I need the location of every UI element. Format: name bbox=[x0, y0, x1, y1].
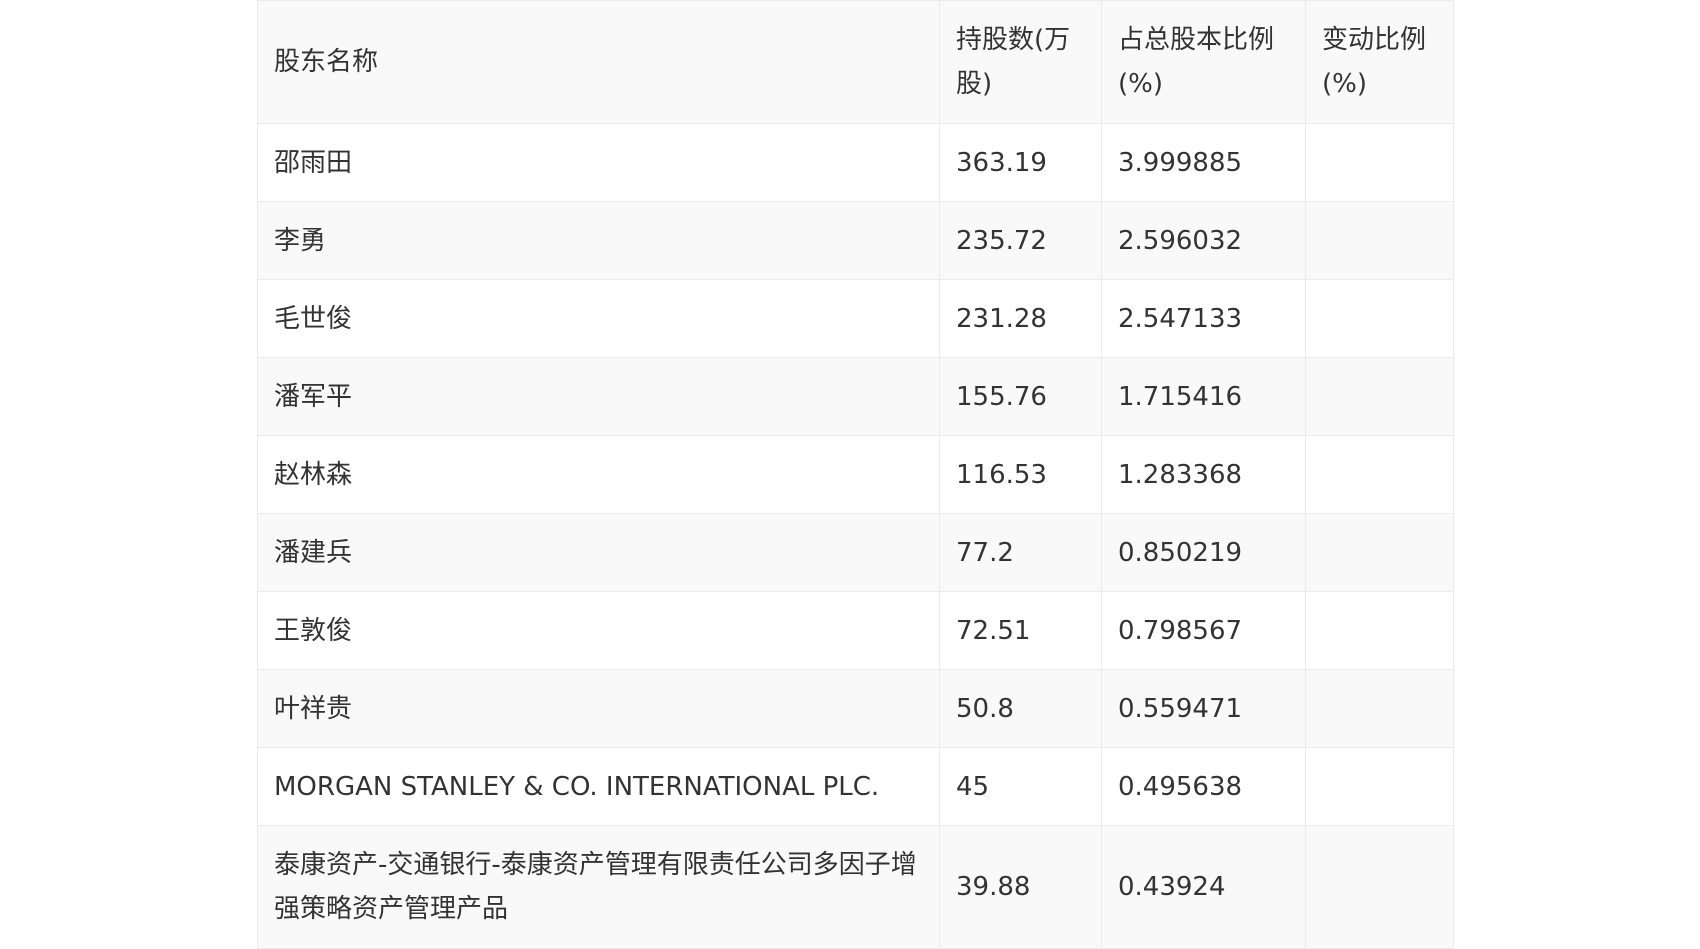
cell-change bbox=[1305, 591, 1454, 670]
cell-name: 潘建兵 bbox=[257, 513, 940, 592]
cell-shares: 235.72 bbox=[939, 201, 1102, 280]
table-row: 赵林森 116.53 1.283368 bbox=[257, 435, 1454, 514]
cell-ratio: 3.999885 bbox=[1101, 123, 1306, 202]
cell-change bbox=[1305, 279, 1454, 358]
shareholder-table: 股东名称 持股数(万股) 占总股本比例(%) 变动比例(%) 邵雨田 363.1… bbox=[257, 0, 1454, 949]
cell-name: 毛世俊 bbox=[257, 279, 940, 358]
cell-shares: 72.51 bbox=[939, 591, 1102, 670]
cell-name: 邵雨田 bbox=[257, 123, 940, 202]
table-row: 邵雨田 363.19 3.999885 bbox=[257, 123, 1454, 202]
cell-ratio: 0.43924 bbox=[1101, 825, 1306, 949]
cell-change bbox=[1305, 201, 1454, 280]
cell-ratio: 0.495638 bbox=[1101, 747, 1306, 826]
cell-shares: 39.88 bbox=[939, 825, 1102, 949]
cell-ratio: 2.547133 bbox=[1101, 279, 1306, 358]
cell-ratio: 1.283368 bbox=[1101, 435, 1306, 514]
header-ratio: 占总股本比例(%) bbox=[1101, 0, 1306, 124]
cell-change bbox=[1305, 357, 1454, 436]
shareholder-table-container: 股东名称 持股数(万股) 占总股本比例(%) 变动比例(%) 邵雨田 363.1… bbox=[257, 0, 1454, 949]
table-row: 泰康资产-交通银行-泰康资产管理有限责任公司多因子增强策略资产管理产品 39.8… bbox=[257, 825, 1454, 949]
table-header: 股东名称 持股数(万股) 占总股本比例(%) 变动比例(%) bbox=[257, 0, 1454, 124]
table-row: 毛世俊 231.28 2.547133 bbox=[257, 279, 1454, 358]
cell-ratio: 1.715416 bbox=[1101, 357, 1306, 436]
cell-name: 泰康资产-交通银行-泰康资产管理有限责任公司多因子增强策略资产管理产品 bbox=[257, 825, 940, 949]
table-row: 叶祥贵 50.8 0.559471 bbox=[257, 669, 1454, 748]
cell-shares: 155.76 bbox=[939, 357, 1102, 436]
cell-shares: 116.53 bbox=[939, 435, 1102, 514]
cell-name: 王敦俊 bbox=[257, 591, 940, 670]
cell-ratio: 0.850219 bbox=[1101, 513, 1306, 592]
header-shareholder-name: 股东名称 bbox=[257, 0, 940, 124]
cell-name: 潘军平 bbox=[257, 357, 940, 436]
table-body: 邵雨田 363.19 3.999885 李勇 235.72 2.596032 毛… bbox=[257, 123, 1454, 949]
cell-shares: 77.2 bbox=[939, 513, 1102, 592]
cell-ratio: 0.559471 bbox=[1101, 669, 1306, 748]
cell-ratio: 2.596032 bbox=[1101, 201, 1306, 280]
cell-shares: 50.8 bbox=[939, 669, 1102, 748]
header-change: 变动比例(%) bbox=[1305, 0, 1454, 124]
cell-change bbox=[1305, 435, 1454, 514]
table-row: 王敦俊 72.51 0.798567 bbox=[257, 591, 1454, 670]
cell-change bbox=[1305, 513, 1454, 592]
cell-name: MORGAN STANLEY & CO. INTERNATIONAL PLC. bbox=[257, 747, 940, 826]
cell-name: 赵林森 bbox=[257, 435, 940, 514]
cell-shares: 231.28 bbox=[939, 279, 1102, 358]
cell-name: 李勇 bbox=[257, 201, 940, 280]
cell-shares: 363.19 bbox=[939, 123, 1102, 202]
cell-ratio: 0.798567 bbox=[1101, 591, 1306, 670]
header-row: 股东名称 持股数(万股) 占总股本比例(%) 变动比例(%) bbox=[257, 0, 1454, 124]
table-row: 李勇 235.72 2.596032 bbox=[257, 201, 1454, 280]
table-row: 潘军平 155.76 1.715416 bbox=[257, 357, 1454, 436]
cell-change bbox=[1305, 669, 1454, 748]
cell-change bbox=[1305, 123, 1454, 202]
header-shares: 持股数(万股) bbox=[939, 0, 1102, 124]
cell-change bbox=[1305, 747, 1454, 826]
table-row: 潘建兵 77.2 0.850219 bbox=[257, 513, 1454, 592]
cell-name: 叶祥贵 bbox=[257, 669, 940, 748]
cell-change bbox=[1305, 825, 1454, 949]
table-row: MORGAN STANLEY & CO. INTERNATIONAL PLC. … bbox=[257, 747, 1454, 826]
cell-shares: 45 bbox=[939, 747, 1102, 826]
